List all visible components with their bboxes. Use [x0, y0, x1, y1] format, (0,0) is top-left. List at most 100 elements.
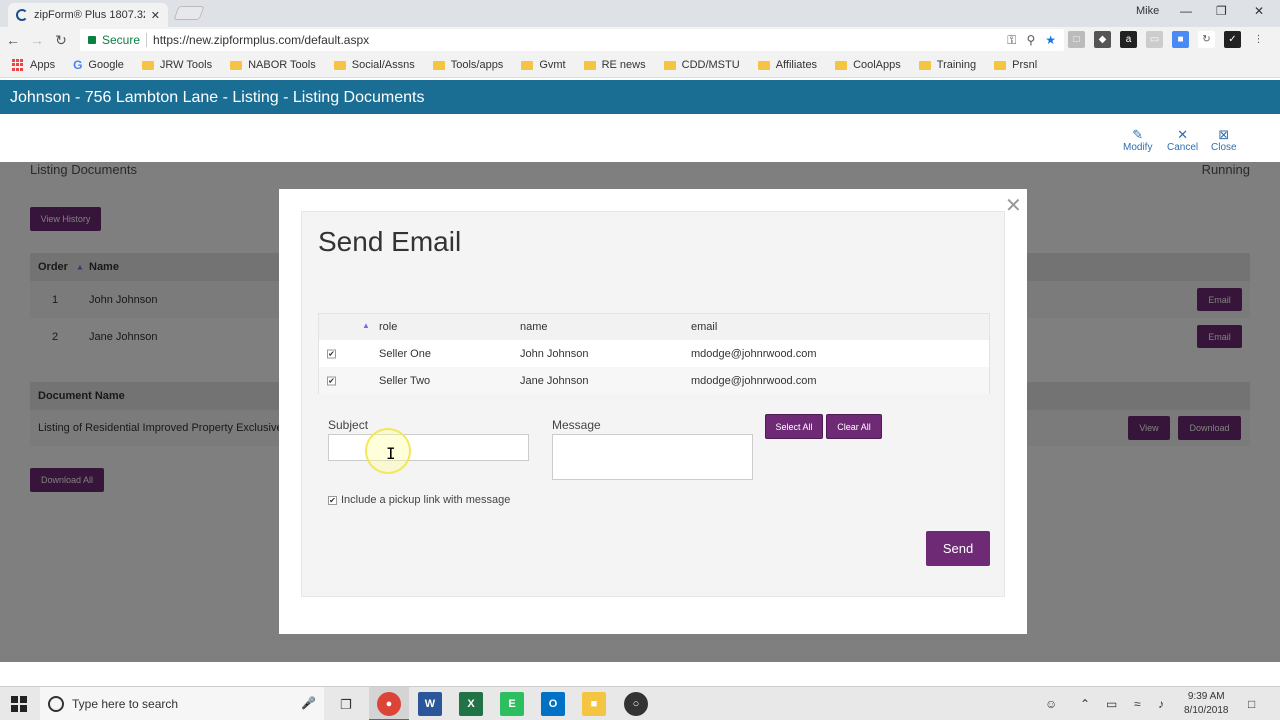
send-button[interactable]: Send [926, 531, 990, 566]
taskbar-search[interactable]: Type here to search 🎤 [40, 687, 324, 720]
pdf-extension-icon[interactable]: □ [1068, 31, 1085, 48]
bookmark-label: Social/Assns [351, 59, 415, 71]
bookmark-folder[interactable]: Social/Assns [333, 59, 415, 71]
pickup-checkbox[interactable]: ✔ [328, 495, 337, 505]
folder-icon [835, 60, 848, 70]
role-cell: Seller One [379, 347, 431, 360]
notifications-icon[interactable]: □ [1248, 697, 1255, 711]
subject-input[interactable] [328, 434, 529, 461]
bookmark-folder[interactable]: NABOR Tools [230, 59, 316, 71]
people-icon[interactable]: ☺ [1045, 697, 1057, 711]
clear-all-button[interactable]: Clear All [826, 414, 882, 439]
task-view-icon[interactable]: ❐ [340, 697, 352, 713]
file-explorer-icon[interactable]: ■ [582, 692, 606, 716]
media-app-icon[interactable]: ○ [624, 692, 648, 716]
new-tab-button[interactable] [173, 6, 205, 20]
role-header[interactable]: role [379, 321, 397, 333]
refresh-extension-icon[interactable]: ↻ [1198, 31, 1215, 48]
cancel-label: Cancel [1167, 142, 1199, 153]
email-cell: mdodge@johnrwood.com [691, 347, 817, 360]
amazon-extension-icon[interactable]: a [1120, 31, 1137, 48]
bookmark-label: Apps [30, 59, 56, 71]
puzzle-extension-icon[interactable]: ■ [1172, 31, 1189, 48]
modify-label: Modify [1123, 142, 1153, 153]
back-icon[interactable]: ← [2, 32, 24, 48]
bookmark-label: CDD/MSTU [681, 59, 740, 71]
bookmark-folder[interactable]: Gvmt [521, 59, 566, 71]
table-row: ✔ Seller Two Jane Johnson mdodge@johnrwo… [319, 367, 989, 394]
folder-icon [230, 60, 243, 70]
minimize-icon[interactable]: — [1180, 4, 1192, 18]
browser-toolbar: ← → ↻ Secure https://new.zipformplus.com… [0, 27, 1280, 53]
tab-close-icon[interactable]: ✕ [151, 9, 160, 22]
email-header[interactable]: email [691, 321, 717, 333]
text-cursor-icon: I [386, 444, 396, 463]
bookmark-folder[interactable]: Affiliates [757, 59, 817, 71]
folder-icon [583, 60, 596, 70]
word-icon[interactable]: W [418, 692, 442, 716]
battery-icon[interactable]: ▭ [1106, 697, 1117, 711]
maximize-icon[interactable]: ❐ [1216, 4, 1227, 18]
name-header[interactable]: name [520, 321, 548, 333]
excel-icon[interactable]: X [459, 692, 483, 716]
bookmark-folder[interactable]: Tools/apps [432, 59, 503, 71]
bookmark-folder[interactable]: RE news [583, 59, 646, 71]
message-textarea[interactable] [552, 434, 753, 480]
bookmark-label: NABOR Tools [248, 59, 316, 71]
modal-body: Send Email ▲ role name email ✔ Seller On… [301, 211, 1005, 597]
name-cell: Jane Johnson [520, 374, 589, 387]
recipients-table: ▲ role name email ✔ Seller One John John… [318, 313, 990, 394]
cancel-button[interactable]: ✕ Cancel [1167, 128, 1199, 154]
modal-close-icon[interactable]: ✕ [1005, 193, 1022, 218]
bookmark-star-icon[interactable]: ★ [1045, 33, 1056, 48]
bookmark-label: Training [936, 59, 977, 71]
table-row: ✔ Seller One John Johnson mdodge@johnrwo… [319, 340, 989, 367]
lock-icon [88, 36, 96, 44]
browser-user-name[interactable]: Mike [1136, 5, 1159, 17]
cast-extension-icon[interactable]: ▭ [1146, 31, 1163, 48]
bookmark-apps[interactable]: Apps [12, 59, 55, 71]
windows-start-icon[interactable] [11, 696, 27, 712]
zoom-icon[interactable]: ⚲ [1026, 33, 1035, 48]
recipient-checkbox[interactable]: ✔ [327, 376, 336, 385]
close-button[interactable]: ⊠ Close [1211, 128, 1237, 154]
wifi-icon[interactable]: ≈ [1134, 697, 1141, 711]
browser-tab[interactable]: zipForm® Plus 1807.32 ✕ [8, 3, 168, 27]
evernote-icon[interactable]: E [500, 692, 524, 716]
bookmark-folder[interactable]: JRW Tools [141, 59, 212, 71]
key-icon[interactable]: ⚿ [1007, 33, 1016, 48]
action-bar: ✎ Modify ✕ Cancel ⊠ Close [0, 114, 1280, 162]
recipient-checkbox[interactable]: ✔ [327, 349, 336, 358]
window-close-icon[interactable]: ✕ [1254, 4, 1264, 18]
bookmark-folder[interactable]: CoolApps [835, 59, 901, 71]
microphone-icon[interactable]: 🎤 [301, 696, 316, 710]
bookmark-google[interactable]: G Google [73, 58, 124, 72]
pickup-link-option[interactable]: ✔ Include a pickup link with message [328, 494, 510, 506]
select-all-button[interactable]: Select All [765, 414, 823, 439]
role-cell: Seller Two [379, 374, 431, 387]
taskbar-clock[interactable]: 9:39 AM 8/10/2018 [1184, 690, 1229, 718]
bookmark-folder[interactable]: Training [918, 59, 977, 71]
apps-grid-icon [12, 59, 24, 71]
reload-icon[interactable]: ↻ [50, 32, 72, 49]
url-text[interactable]: https://new.zipformplus.com/default.aspx [153, 33, 369, 47]
folder-icon [757, 60, 770, 70]
address-bar[interactable]: Secure https://new.zipformplus.com/defau… [80, 29, 1064, 51]
bookmarks-bar: Apps G Google JRW Tools NABOR Tools Soci… [0, 53, 1280, 78]
outlook-icon[interactable]: O [541, 692, 565, 716]
bookmark-label: Prsnl [1012, 59, 1038, 71]
show-hidden-icons[interactable]: ⌃ [1080, 697, 1090, 711]
chrome-icon[interactable]: ● [377, 692, 401, 716]
bookmark-label: Google [88, 59, 124, 71]
shield-extension-icon[interactable]: ◆ [1094, 31, 1111, 48]
menu-icon[interactable]: ⋮ [1250, 31, 1267, 48]
editor-extension-icon[interactable]: ✓ [1224, 31, 1241, 48]
bookmark-label: Gvmt [539, 59, 566, 71]
sort-asc-icon[interactable]: ▲ [362, 321, 370, 330]
bookmark-folder[interactable]: Prsnl [994, 59, 1037, 71]
bookmark-folder[interactable]: CDD/MSTU [663, 59, 740, 71]
volume-icon[interactable]: ♪ [1158, 697, 1164, 711]
modify-button[interactable]: ✎ Modify [1123, 128, 1153, 154]
forward-icon[interactable]: → [26, 32, 48, 48]
bookmark-label: CoolApps [853, 59, 901, 71]
